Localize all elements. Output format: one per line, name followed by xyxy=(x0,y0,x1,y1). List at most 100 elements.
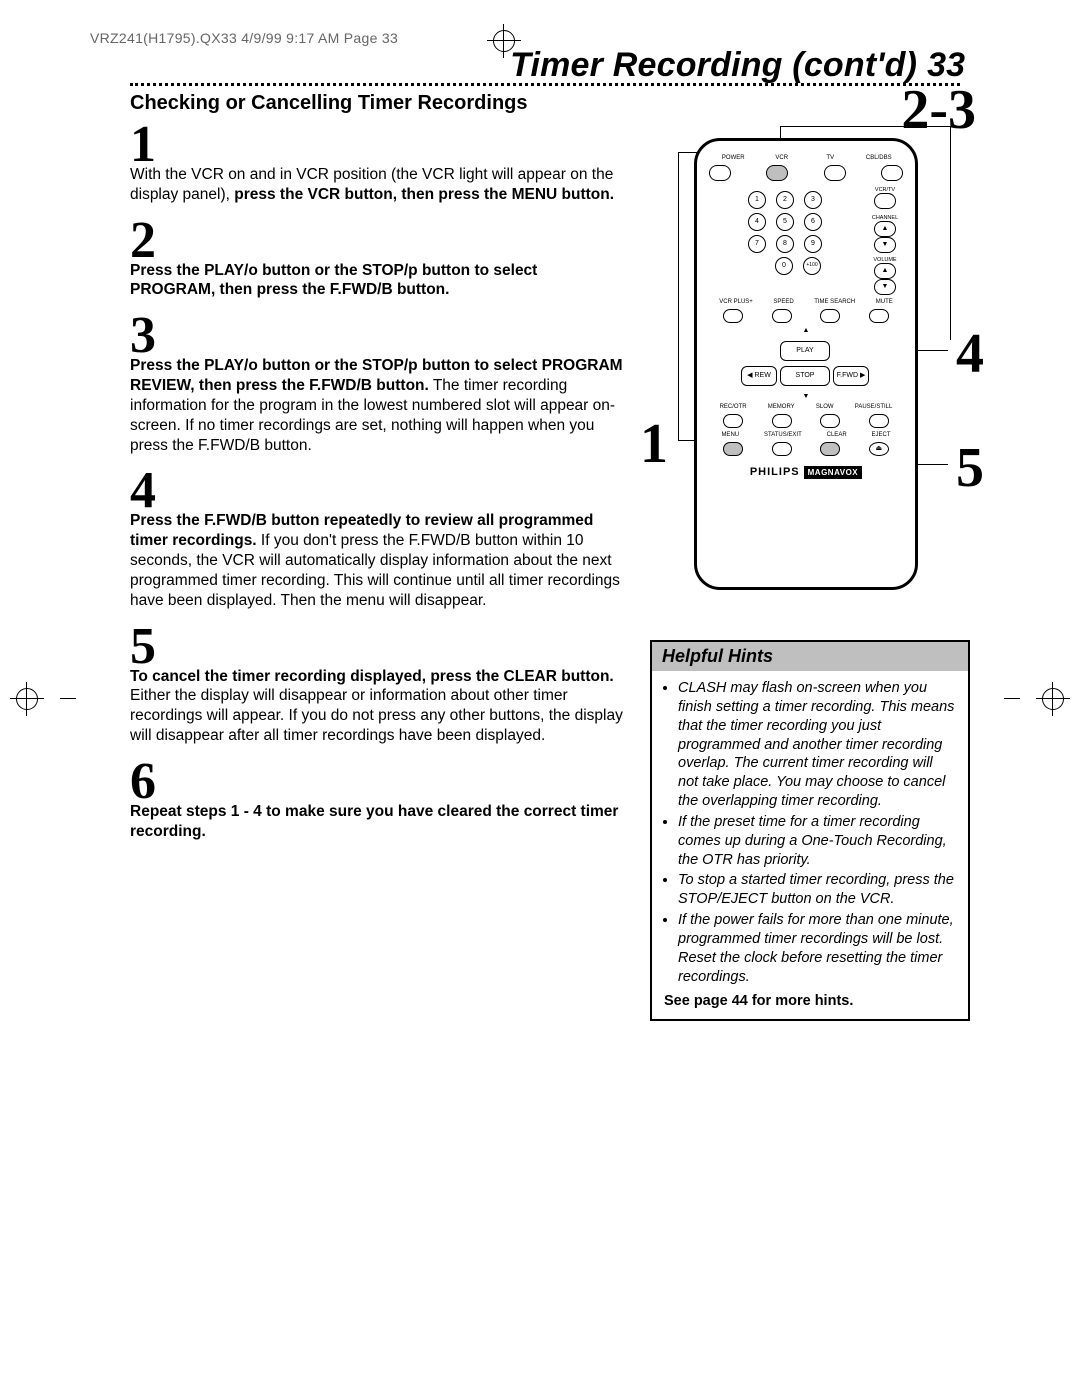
rew-button-icon: ◀ REW xyxy=(741,366,777,386)
hints-body: CLASH may flash on-screen when you finis… xyxy=(652,671,968,1019)
step-post: Either the display will disappear or inf… xyxy=(130,687,623,744)
step-number: 1 xyxy=(130,119,624,171)
hint-item: CLASH may flash on-screen when you finis… xyxy=(678,679,956,811)
speed-button-icon xyxy=(772,309,792,323)
eject-button-icon: ⏏ xyxy=(869,442,889,456)
step-bold: Press the PLAY/o button or the STOP/p bu… xyxy=(130,262,537,299)
status-button-icon xyxy=(772,442,792,456)
channel-up-icon: ▲ xyxy=(874,221,896,237)
step-block: 3 Press the PLAY/o button or the STOP/p … xyxy=(130,310,624,455)
step-block: 4 Press the F.FWD/B button repeatedly to… xyxy=(130,465,624,610)
numpad-button-icon: 2 xyxy=(776,191,794,209)
callout-line xyxy=(950,126,951,340)
numpad-button-icon: 5 xyxy=(776,213,794,231)
mute-button-icon xyxy=(869,309,889,323)
instructions-column: Checking or Cancelling Timer Recordings … xyxy=(130,92,624,1021)
stop-button-icon: STOP xyxy=(780,366,830,386)
numpad-button-icon: 8 xyxy=(776,235,794,253)
step-text: To cancel the timer recording displayed,… xyxy=(130,667,624,746)
slow-button-icon xyxy=(820,414,840,428)
brand-row: PHILIPS MAGNAVOX xyxy=(709,466,903,478)
volume-down-icon: ▼ xyxy=(874,279,896,295)
ffwd-button-icon: F.FWD ▶ xyxy=(833,366,869,386)
step-bold: press the VCR button, then press the MEN… xyxy=(234,186,614,203)
play-button-icon: PLAY xyxy=(780,341,830,361)
slugline: VRZ241(H1795).QX33 4/9/99 9:17 AM Page 3… xyxy=(90,30,1020,46)
hint-item: If the power fails for more than one min… xyxy=(678,911,956,986)
brand-magnavox: MAGNAVOX xyxy=(804,466,863,479)
power-button-icon xyxy=(709,165,731,181)
step-block: 5 To cancel the timer recording displaye… xyxy=(130,621,624,746)
remote-label: MUTE xyxy=(876,299,893,305)
channel-down-icon: ▼ xyxy=(874,237,896,253)
manual-page: VRZ241(H1795).QX33 4/9/99 9:17 AM Page 3… xyxy=(0,0,1080,1397)
play-cluster: PLAY ◀ REW STOP F.FWD ▶ xyxy=(741,340,871,387)
step-block: 2 Press the PLAY/o button or the STOP/p … xyxy=(130,215,624,301)
callout-line xyxy=(678,152,679,440)
remote-label: PAUSE/STILL xyxy=(855,404,893,410)
step-text: Press the F.FWD/B button repeatedly to r… xyxy=(130,511,624,610)
step-bold: To cancel the timer recording displayed,… xyxy=(130,668,614,685)
numpad-button-icon: 9 xyxy=(804,235,822,253)
crop-line xyxy=(1004,698,1020,699)
step-text: Press the PLAY/o button or the STOP/p bu… xyxy=(130,356,624,455)
tv-button-icon xyxy=(824,165,846,181)
step-number: 3 xyxy=(130,310,624,362)
numpad-button-icon: 0 xyxy=(775,257,793,275)
pause-button-icon xyxy=(869,414,889,428)
registration-mark xyxy=(16,688,38,710)
cbl-button-icon xyxy=(881,165,903,181)
step-number: 5 xyxy=(130,621,624,673)
hint-item: If the preset time for a timer recording… xyxy=(678,813,956,870)
numpad-button-icon: 6 xyxy=(804,213,822,231)
step-number: 6 xyxy=(130,756,624,808)
remote-control-diagram: POWER VCR TV CBL/DBS xyxy=(694,138,918,590)
numpad-button-icon: 4 xyxy=(748,213,766,231)
remote-label: VCR xyxy=(758,155,807,161)
remote-figure: 2-3 1 4 5 POWER VCR xyxy=(650,92,970,612)
callout-line xyxy=(780,126,950,127)
step-text: Press the PLAY/o button or the STOP/p bu… xyxy=(130,261,624,301)
plus100-button-icon: +100 xyxy=(803,257,821,275)
step-number: 2 xyxy=(130,215,624,267)
step-text: With the VCR on and in VCR position (the… xyxy=(130,165,624,205)
content-columns: Checking or Cancelling Timer Recordings … xyxy=(130,92,970,1021)
vcr-button-icon xyxy=(766,165,788,181)
remote-label: REC/OTR xyxy=(720,404,747,410)
volume-up-icon: ▲ xyxy=(874,263,896,279)
step-number: 4 xyxy=(130,465,624,517)
remote-label: SPEED xyxy=(773,299,793,305)
remote-label: EJECT xyxy=(872,432,891,438)
hints-footer: See page 44 for more hints. xyxy=(664,993,956,1009)
callout-4: 4 xyxy=(956,322,984,386)
remote-label: SLOW xyxy=(816,404,834,410)
section-title: Checking or Cancelling Timer Recordings xyxy=(130,92,624,115)
step-block: 1 With the VCR on and in VCR position (t… xyxy=(130,119,624,205)
step-text: Repeat steps 1 - 4 to make sure you have… xyxy=(130,802,624,842)
remote-label: VCR PLUS+ xyxy=(719,299,753,305)
numpad-button-icon: 7 xyxy=(748,235,766,253)
timesearch-button-icon xyxy=(820,309,840,323)
remote-label: MEMORY xyxy=(768,404,795,410)
helpful-hints-box: Helpful Hints CLASH may flash on-screen … xyxy=(650,640,970,1021)
remote-label: TIME SEARCH xyxy=(814,299,855,305)
remote-label: TV xyxy=(806,155,855,161)
registration-mark xyxy=(1042,688,1064,710)
remote-label: CLEAR xyxy=(827,432,847,438)
remote-label: STATUS/EXIT xyxy=(764,432,802,438)
step-block: 6 Repeat steps 1 - 4 to make sure you ha… xyxy=(130,756,624,842)
hint-item: To stop a started timer recording, press… xyxy=(678,871,956,909)
registration-mark xyxy=(493,30,515,52)
numpad-button-icon: 3 xyxy=(804,191,822,209)
numpad-button-icon: 1 xyxy=(748,191,766,209)
memory-button-icon xyxy=(772,414,792,428)
crop-line xyxy=(60,698,76,699)
figure-column: 2-3 1 4 5 POWER VCR xyxy=(650,92,970,1021)
brand-philips: PHILIPS xyxy=(750,466,800,478)
callout-1: 1 xyxy=(640,412,668,476)
remote-label: CBL/DBS xyxy=(855,155,904,161)
page-title: Timer Recording (cont'd) xyxy=(510,46,917,85)
remote-label: MENU xyxy=(721,432,739,438)
vcrplus-button-icon xyxy=(723,309,743,323)
remote-label: POWER xyxy=(709,155,758,161)
